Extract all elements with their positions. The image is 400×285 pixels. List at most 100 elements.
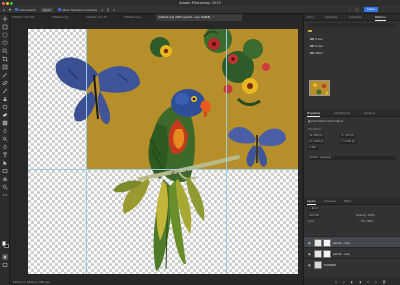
width-field[interactable]: W: 500 px bbox=[308, 134, 325, 138]
lasso-tool-button[interactable] bbox=[2, 40, 8, 46]
pen-tool-button[interactable] bbox=[2, 144, 8, 150]
visibility-eye-icon[interactable]: ◉ bbox=[308, 263, 311, 267]
adjustment-icon[interactable]: ◑ bbox=[358, 280, 362, 284]
pattern-folder-trees[interactable]: Trees bbox=[310, 37, 322, 41]
document-canvas[interactable] bbox=[28, 29, 298, 274]
mask-icon[interactable]: ◐ bbox=[350, 280, 354, 284]
more-options-icon[interactable]: ⋯ bbox=[118, 8, 122, 12]
artboard-tool-button[interactable] bbox=[2, 24, 8, 30]
share-button[interactable]: Share bbox=[364, 7, 378, 13]
layer-row[interactable]: ◉ FLOWER bbox=[304, 258, 400, 269]
home-icon[interactable]: ⌂ bbox=[2, 8, 6, 12]
layer-row[interactable]: ◉ parrot - one bbox=[304, 236, 400, 247]
group-folder-icon[interactable]: ▭ bbox=[366, 280, 370, 284]
document-tabs: Untitled-1 @ 100... Untitled-2 @... Unti… bbox=[10, 14, 303, 21]
tab-document-3[interactable]: Untitled-3 @ 25... bbox=[84, 14, 122, 21]
layer-thumbnail bbox=[314, 260, 322, 269]
layer-kind-filter[interactable]: ⌕ Kind bbox=[308, 207, 319, 211]
move-tool-button[interactable] bbox=[2, 16, 8, 22]
align-center-icon[interactable]: ⫼ bbox=[106, 8, 110, 12]
tab-document-active[interactable]: Untitled-4 @ 200% (parrot - one, RGB/8) × bbox=[156, 14, 242, 21]
zoom-tool-button[interactable] bbox=[2, 184, 8, 190]
new-layer-icon[interactable]: ＋ bbox=[374, 280, 378, 284]
pattern-thumbnail[interactable] bbox=[309, 80, 330, 96]
tab-gradients[interactable]: Gradients bbox=[349, 14, 362, 21]
align-right-icon[interactable]: ⫸ bbox=[112, 8, 116, 12]
frame-tool-button[interactable] bbox=[2, 64, 8, 70]
guide-line-horizontal[interactable] bbox=[28, 169, 298, 170]
pen-icon bbox=[3, 144, 7, 150]
object-select-tool-button[interactable] bbox=[2, 48, 8, 54]
pattern-search-input[interactable] bbox=[308, 23, 396, 27]
tab-patterns[interactable]: Patterns bbox=[375, 14, 386, 21]
artwork bbox=[55, 29, 298, 271]
eyedropper-tool-button[interactable] bbox=[2, 72, 8, 78]
trash-icon[interactable]: 🗑 bbox=[382, 280, 386, 284]
angle-field[interactable]: 0.00° bbox=[308, 146, 319, 150]
height-field[interactable]: H: 1100 px bbox=[308, 140, 326, 144]
pattern-folder-water[interactable]: Water bbox=[310, 51, 323, 55]
tab-swatches[interactable]: Swatches bbox=[325, 14, 337, 21]
gradient-icon bbox=[2, 120, 8, 126]
opacity-field[interactable]: Opacity: 100% bbox=[356, 214, 375, 217]
guide-line-vertical[interactable] bbox=[86, 29, 87, 274]
auto-select-dropdown[interactable]: Layer bbox=[41, 7, 53, 13]
shape-tool-button[interactable] bbox=[2, 168, 8, 174]
marquee-tool-button[interactable] bbox=[2, 32, 8, 38]
healing-brush-tool-button[interactable] bbox=[2, 80, 8, 86]
brush-tool-button[interactable] bbox=[2, 88, 8, 94]
search-icon[interactable]: ⌕ bbox=[348, 8, 352, 12]
patterns-panel-tabs: Color Swatches Gradients Patterns bbox=[304, 14, 400, 21]
layer-thumbnail bbox=[314, 249, 322, 258]
canvas-area[interactable] bbox=[10, 21, 303, 280]
foreground-color-swatch[interactable] bbox=[1, 241, 6, 246]
clone-stamp-tool-button[interactable] bbox=[2, 96, 8, 102]
gradient-tool-button[interactable] bbox=[2, 120, 8, 126]
screen-mode-button[interactable] bbox=[2, 262, 8, 268]
status-bar: 1000 px x 1000 px (300 ppi) bbox=[10, 280, 303, 285]
quick-mask-button[interactable] bbox=[2, 254, 8, 260]
fx-icon[interactable]: ƒ bbox=[342, 280, 346, 284]
tab-document-4[interactable]: Untitled-4 @... bbox=[122, 14, 156, 21]
blend-mode-dropdown[interactable]: Normal bbox=[308, 214, 321, 218]
close-tab-icon[interactable]: × bbox=[212, 16, 214, 19]
tab-layers[interactable]: Layers bbox=[307, 198, 316, 205]
arrow-icon bbox=[3, 160, 7, 166]
link-icon[interactable]: ∞ bbox=[334, 280, 338, 284]
crop-tool-button[interactable] bbox=[2, 56, 8, 62]
options-bar: ⌂ ✥ Auto-Select: Layer Show Transform Co… bbox=[0, 6, 400, 14]
move-icon bbox=[2, 16, 8, 22]
eraser-tool-button[interactable] bbox=[2, 112, 8, 118]
show-transform-checkbox[interactable]: Show Transform Controls bbox=[58, 8, 97, 12]
tab-document-1[interactable]: Untitled-1 @ 100... bbox=[10, 14, 50, 21]
history-brush-tool-button[interactable] bbox=[2, 104, 8, 110]
pattern-folder-grass[interactable]: Grass bbox=[310, 44, 323, 48]
blur-tool-button[interactable] bbox=[2, 128, 8, 134]
tab-adjustments[interactable]: Adjustments bbox=[334, 110, 350, 117]
type-tool-button[interactable] bbox=[2, 152, 8, 158]
align-left-icon[interactable]: ⫷ bbox=[100, 8, 104, 12]
tab-color[interactable]: Color bbox=[307, 14, 314, 21]
visibility-eye-icon[interactable]: ◉ bbox=[308, 241, 311, 245]
dodge-tool-button[interactable] bbox=[2, 136, 8, 142]
smart-object-name[interactable]: parrot - one.png bbox=[308, 156, 396, 160]
tab-properties[interactable]: Properties bbox=[307, 110, 321, 117]
y-field[interactable]: Y: 1730 px bbox=[340, 140, 357, 144]
tab-libraries[interactable]: Libraries bbox=[364, 110, 375, 117]
move-tool-icon[interactable]: ✥ bbox=[8, 8, 12, 12]
tab-channels[interactable]: Channels bbox=[324, 198, 336, 205]
auto-select-checkbox[interactable]: Auto-Select: bbox=[15, 8, 36, 12]
x-field[interactable]: X: 370 px bbox=[340, 134, 356, 138]
tab-document-2[interactable]: Untitled-2 @... bbox=[50, 14, 84, 21]
hand-tool-button[interactable] bbox=[2, 176, 8, 182]
layer-row[interactable]: ◉ parrot - one bbox=[304, 247, 400, 258]
layer-mask-thumbnail bbox=[323, 249, 331, 258]
edit-toolbar-button[interactable] bbox=[2, 192, 8, 198]
guide-line-vertical[interactable] bbox=[226, 29, 227, 274]
fill-field[interactable]: Fill: 100% bbox=[361, 220, 374, 223]
visibility-eye-icon[interactable]: ◉ bbox=[308, 252, 311, 256]
tab-paths[interactable]: Paths bbox=[344, 198, 351, 205]
workspace-icon[interactable]: ▢ bbox=[355, 8, 359, 12]
path-select-tool-button[interactable] bbox=[2, 160, 8, 166]
brush-icon bbox=[2, 88, 8, 94]
